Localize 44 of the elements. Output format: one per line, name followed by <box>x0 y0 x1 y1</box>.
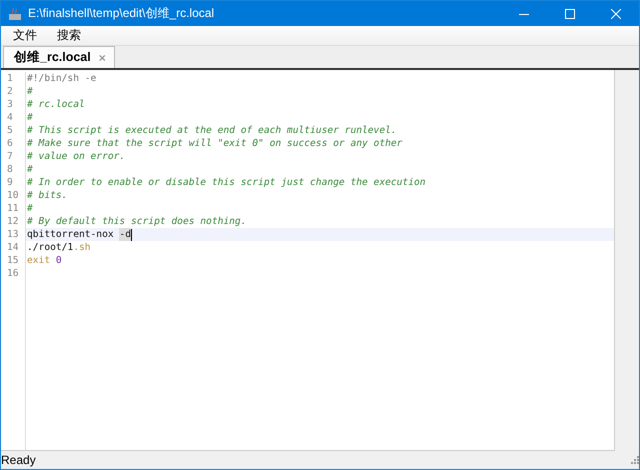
line-number: 13 <box>6 228 20 241</box>
line-number: 11 <box>6 202 20 215</box>
code-text: # <box>27 85 33 98</box>
line-number: 5 <box>6 124 14 137</box>
code-text: ./root/1 <box>27 241 74 254</box>
code-text: 0 <box>56 254 62 267</box>
status-text: Ready <box>1 453 36 467</box>
code-text: # <box>27 163 33 176</box>
app-icon <box>8 6 22 20</box>
code-text: qbittorrent-nox <box>27 228 115 241</box>
close-icon <box>611 8 621 18</box>
line-number: 9 <box>6 176 14 189</box>
highlighted-text: -d <box>119 228 131 241</box>
line-number: 4 <box>6 111 14 124</box>
code-text: # Make sure that the script will "exit 0" on success or any other <box>27 137 402 150</box>
maximize-icon <box>565 8 575 18</box>
code-text: # <box>27 111 33 124</box>
code-text: # bits. <box>27 189 68 202</box>
resize-grip-icon <box>631 456 639 464</box>
line-number: 2 <box>6 85 14 98</box>
code-text: # <box>27 202 33 215</box>
code-text: # rc.local <box>27 98 85 111</box>
text-cursor <box>130 228 132 240</box>
code-text: # This script is executed at the end of each multiuser runlevel. <box>27 124 397 137</box>
code-text: # In order to enable or disable this script just change the execution <box>27 176 426 189</box>
code-text: #!/bin/sh -e <box>27 72 96 85</box>
code-text: exit <box>27 254 52 267</box>
line-number: 6 <box>6 137 14 150</box>
line-number: 7 <box>6 150 14 163</box>
line-number: 8 <box>6 163 14 176</box>
line-number: 3 <box>6 98 14 111</box>
menu-item[interactable]: 搜索 <box>47 27 91 44</box>
line-number: 12 <box>6 215 20 228</box>
code-text: # By default this script does nothing. <box>27 215 246 228</box>
line-number: 15 <box>6 254 20 267</box>
menu-item[interactable]: 文件 <box>3 27 47 44</box>
window-title: E:\finalshell\temp\edit\创维_rc.local <box>28 5 216 22</box>
line-number: 16 <box>6 267 20 280</box>
line-number: 10 <box>6 189 20 202</box>
file-tab[interactable]: 创维_rc.local × <box>3 46 115 68</box>
line-number: 1 <box>6 72 14 85</box>
line-number: 14 <box>6 241 20 254</box>
code-text: .sh <box>73 241 91 254</box>
code-text: # value on error. <box>27 150 126 163</box>
